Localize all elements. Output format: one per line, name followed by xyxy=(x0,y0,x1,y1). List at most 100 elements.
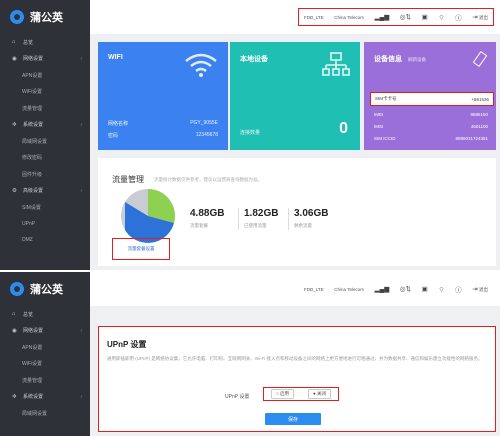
sidebar-item[interactable]: WiFi设置 xyxy=(0,84,90,101)
wifi-password-value: 12345678 xyxy=(195,132,218,138)
sidebar-item[interactable]: 固件升级 xyxy=(0,166,90,183)
home-icon: ⌂ xyxy=(12,39,16,46)
save-button[interactable]: 保存 xyxy=(265,413,321,425)
traffic-title: 流量管理 xyxy=(112,175,144,184)
upnp-field-label: UPnP 设置 xyxy=(225,394,250,400)
device-card-refresh[interactable]: 刷新设备 xyxy=(408,57,426,62)
sidebar-item-label: APN设置 xyxy=(22,72,43,79)
local-count-label: 连接数量 xyxy=(240,130,261,136)
traffic-stat-remaining: 3.06GB 剩余流量 xyxy=(294,208,340,229)
wifi-icon: ⌔ xyxy=(438,14,445,22)
wifi-ssid-label: 网络名称 xyxy=(108,121,129,127)
traffic-used-desc: 已使用流量 xyxy=(244,223,267,228)
upnp-disable-radio[interactable]: ● 关闭 xyxy=(308,389,331,399)
sidebar-item-label: WiFi设置 xyxy=(22,89,42,96)
sidebar-item[interactable]: 局域网设置 xyxy=(0,405,90,422)
sidebar-item-label: 流量管理 xyxy=(22,105,43,112)
device-card-title-text: 设备信息 xyxy=(374,56,402,63)
status-bar: FDD_LTE China Telecom ▂▄▆ ◎⇅ ▣ ⌔ ⓘ ⇥ 退出 xyxy=(298,280,494,298)
upnp-title: UPnP 设置 xyxy=(107,340,147,349)
stat-divider xyxy=(238,208,239,230)
sidebar-item[interactable]: ◉ 网络设置 › xyxy=(0,51,90,68)
app-logo[interactable]: 蒲公英 xyxy=(0,0,90,34)
sidebar-item-label: SIM设置 xyxy=(22,204,41,211)
help-icon[interactable]: ⓘ xyxy=(455,12,462,22)
sidebar-item[interactable]: ✲ 系统设置 › xyxy=(0,389,90,406)
sidebar-item-label: 高级设置 xyxy=(23,188,44,195)
traffic-remaining-value: 3.06GB xyxy=(294,208,329,219)
sidebar-item[interactable]: 流量管理 xyxy=(0,100,90,117)
stat-divider xyxy=(288,208,289,230)
sidebar-item[interactable]: ⚙ 高级设置 › xyxy=(0,183,90,200)
upnp-disable-label: 关闭 xyxy=(316,391,326,396)
logout-label: 退出 xyxy=(478,15,488,20)
sidebar-item[interactable]: 修改密码 xyxy=(0,150,90,167)
traffic-stat-plan: 4.88GB 流量套餐 xyxy=(190,208,236,229)
sidebar-item-label: UPnP xyxy=(22,220,36,227)
help-icon[interactable]: ⓘ xyxy=(455,284,462,294)
upnp-radio-group: ○ 启用 ● 关闭 xyxy=(263,387,339,401)
iccid-row: SIM ICCID 8986031724351 xyxy=(374,136,488,141)
sidebar-item-label: WiFi设置 xyxy=(22,361,42,368)
sidebar-item[interactable]: WiFi设置 xyxy=(0,356,90,373)
local-devices-card[interactable]: 本地设备 连接数量 0 xyxy=(230,42,360,150)
sidebar-item-label: DMZ xyxy=(22,237,33,244)
sidebar-item-label: 局域网设置 xyxy=(22,138,48,145)
network-topology-icon xyxy=(322,52,350,84)
gear-icon: ✲ xyxy=(12,393,17,400)
wifi-password-label: 密码 xyxy=(108,133,119,139)
iccid-label: SIM ICCID xyxy=(374,136,396,141)
app-logo[interactable]: 蒲公英 xyxy=(0,272,90,306)
sidebar-item-label: 固件升级 xyxy=(22,171,43,178)
wifi-icon: ⌔ xyxy=(438,286,445,294)
network-globe-icon: ◎⇅ xyxy=(399,286,411,293)
signal-icon: ▂▄▆ xyxy=(374,14,390,21)
sidebar-item-label: 局域网设置 xyxy=(22,410,48,417)
imei-value: 8686150 xyxy=(470,112,488,117)
device-card-title: 设备信息 刷新设备 xyxy=(374,54,486,64)
sidebar-item-label: APN设置 xyxy=(22,344,43,351)
upnp-screenshot: 蒲公英 ⌂ 总览 ◉ 网络设置 › APN设置 WiFi设置 流量管理 ✲ 系统设置 › 局域网设置 … xyxy=(0,272,500,436)
logout-button[interactable]: ⇥ 退出 xyxy=(472,285,488,293)
sim-number-row: SIM卡卡号 +861536 xyxy=(370,92,494,106)
logout-label: 退出 xyxy=(478,287,488,292)
sidebar-item-label: 网络设置 xyxy=(23,328,44,335)
sidebar-item[interactable]: ⌂ 总览 xyxy=(0,34,90,51)
sidebar-item[interactable]: APN设置 xyxy=(0,67,90,84)
logo-icon xyxy=(10,10,24,24)
device-info-card[interactable]: 设备信息 刷新设备 SIM卡卡号 +861536 IMEI 8686150 IMS… xyxy=(364,42,496,150)
sidebar-item[interactable]: ⌂ 总览 xyxy=(0,306,90,323)
upnp-enable-radio[interactable]: ○ 启用 xyxy=(271,389,294,399)
sidebar-item[interactable]: ✲ 系统设置 › xyxy=(0,117,90,134)
upnp-description: 通用即插即用 (UPnP) 是网络协议集，它允许电脑、打印机、互联网网关、Wi-… xyxy=(107,356,483,361)
main-content: WIFI 网络名称 PGY_9055E 密码 12345678 本地设备 连接数… xyxy=(90,34,500,270)
wifi-ssid-value: PGY_9055E xyxy=(190,120,218,126)
wifi-large-icon xyxy=(184,52,218,84)
imei-row: IMEI 8686150 xyxy=(374,112,488,117)
sidebar-item[interactable]: APN设置 xyxy=(0,339,90,356)
local-count-value: 0 xyxy=(339,120,348,137)
sidebar-item[interactable]: 局域网设置 xyxy=(0,133,90,150)
sidebar-item[interactable]: ◉ 网络设置 › xyxy=(0,323,90,340)
logo-icon xyxy=(10,282,24,296)
wifi-card[interactable]: WIFI 网络名称 PGY_9055E 密码 12345678 xyxy=(98,42,228,150)
sidebar-item[interactable]: DMZ xyxy=(0,232,90,249)
logout-button[interactable]: ⇥ 退出 xyxy=(472,13,488,21)
traffic-used-value: 1.82GB xyxy=(244,208,279,219)
chevron-right-icon: › xyxy=(80,121,82,128)
iccid-value: 8986031724351 xyxy=(455,136,488,141)
sidebar-item[interactable]: UPnP xyxy=(0,216,90,233)
sidebar-item[interactable]: SIM设置 xyxy=(0,199,90,216)
traffic-remaining-desc: 剩余流量 xyxy=(294,223,312,228)
globe-icon: ◉ xyxy=(12,327,17,334)
sidebar-item[interactable]: 流量管理 xyxy=(0,372,90,389)
upnp-settings-panel: UPnP 设置 通用即插即用 (UPnP) 是网络协议集，它允许电脑、打印机、互… xyxy=(98,326,496,432)
traffic-plan-settings-link[interactable]: 流量套餐设置 xyxy=(112,238,170,260)
traffic-plan-value: 4.88GB xyxy=(190,208,225,219)
signal-icon: ▂▄▆ xyxy=(374,286,390,293)
traffic-management-panel: 流量管理 流量统计数据仅供参考，建议以运营商查询数据为准。 4.88GB 流量套… xyxy=(98,158,496,266)
sidebar-item-label: 总览 xyxy=(23,39,34,46)
sidebar-item-label: 系统设置 xyxy=(23,394,44,401)
sidebar-item-label: 系统设置 xyxy=(23,122,44,129)
carrier-name: China Telecom xyxy=(334,286,364,292)
